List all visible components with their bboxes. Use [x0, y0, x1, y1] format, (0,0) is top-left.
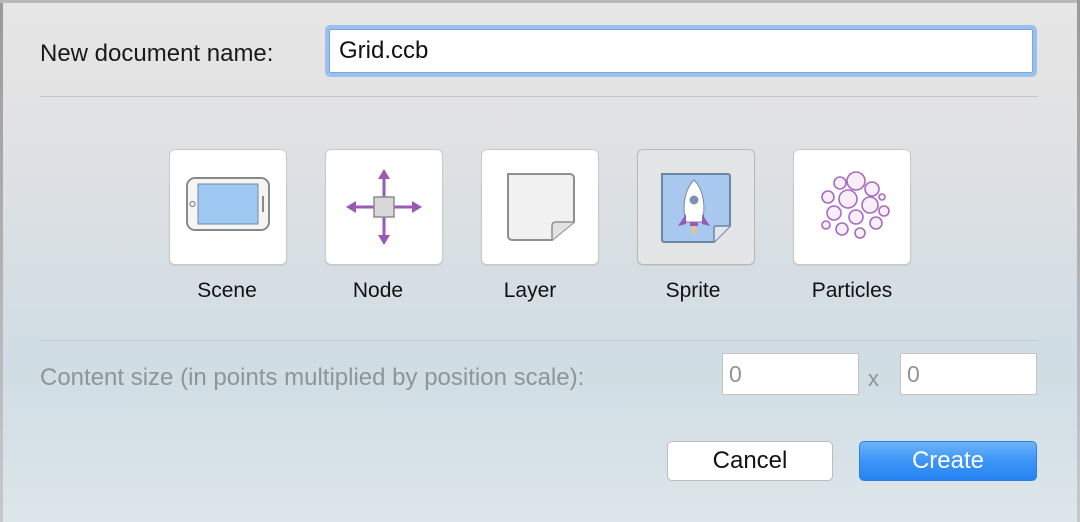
document-name-label: New document name: [40, 40, 274, 67]
template-sprite-label: Sprite [665, 279, 721, 302]
cancel-button[interactable]: Cancel [667, 441, 833, 481]
page-layer-icon [507, 173, 575, 241]
content-height-input[interactable] [900, 353, 1037, 395]
template-particles-label: Particles [811, 279, 893, 302]
bubbles-particles-icon [821, 171, 890, 239]
template-particles[interactable] [793, 149, 911, 265]
top-separator [40, 96, 1038, 97]
template-sprite[interactable] [637, 149, 755, 265]
create-button[interactable]: Create [859, 441, 1037, 481]
template-node-label: Node [352, 279, 404, 302]
content-size-label: Content size (in points multiplied by po… [40, 364, 585, 391]
middle-separator [40, 340, 1038, 341]
rocket-sprite-icon [661, 173, 731, 243]
template-scene-label: Scene [197, 279, 257, 302]
phone-scene-icon [186, 177, 270, 231]
template-layer[interactable] [481, 149, 599, 265]
template-scene[interactable] [169, 149, 287, 265]
content-size-separator: x [868, 366, 879, 391]
content-width-input[interactable] [722, 353, 859, 395]
dialog-top-edge [0, 0, 1080, 3]
template-layer-label: Layer [503, 279, 557, 302]
template-node[interactable] [325, 149, 443, 265]
move-arrows-icon [346, 169, 422, 245]
document-name-input[interactable] [325, 25, 1037, 77]
new-document-dialog: New document name: Scene Node [0, 0, 1080, 522]
